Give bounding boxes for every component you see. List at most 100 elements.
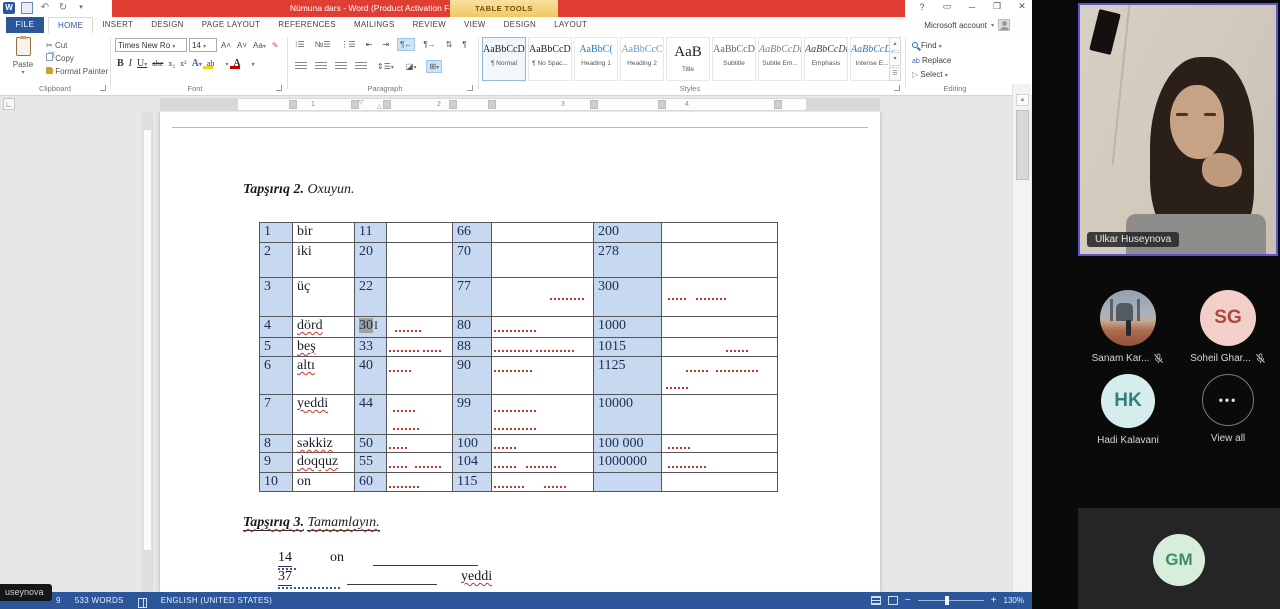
table-cell[interactable]: 1000: [594, 317, 662, 338]
highlight-color-button[interactable]: ab▾: [207, 59, 229, 68]
table-cell[interactable]: [387, 317, 453, 338]
styles-scroll[interactable]: ▴ ▾ ☰: [889, 37, 901, 81]
blank-line-2[interactable]: [347, 569, 437, 585]
table-cell[interactable]: [662, 453, 778, 473]
scroll-up-icon[interactable]: ▲: [1016, 94, 1029, 106]
participant-video-tile[interactable]: Ulkar Huseynova: [1078, 3, 1278, 256]
change-case-button[interactable]: Aa▾: [251, 40, 268, 51]
help-button[interactable]: ?: [915, 2, 929, 12]
copy-button[interactable]: Copy: [46, 52, 108, 65]
table-cell[interactable]: 5: [260, 338, 293, 357]
table-cell[interactable]: [492, 453, 594, 473]
style-heading-2[interactable]: AaBbCcCHeading 2: [620, 37, 664, 81]
numbering-button[interactable]: №☰: [313, 39, 333, 50]
table-cell[interactable]: 70: [453, 243, 492, 278]
language-indicator[interactable]: ENGLISH (UNITED STATES): [161, 596, 273, 605]
font-family-combobox[interactable]: Times New Ro ▾: [115, 38, 187, 52]
horizontal-ruler[interactable]: 1 2 3 4 ▽ △: [160, 98, 880, 111]
align-center-button[interactable]: [315, 62, 327, 71]
zoom-level[interactable]: 130%: [1004, 596, 1024, 605]
close-button[interactable]: ✕: [1015, 1, 1029, 12]
table-cell[interactable]: 100: [453, 435, 492, 453]
view-all-button[interactable]: ••• View all: [1178, 374, 1278, 446]
table-cell[interactable]: [387, 453, 453, 473]
table-cell[interactable]: [492, 435, 594, 453]
table-cell[interactable]: [662, 435, 778, 453]
qat-customize-icon[interactable]: ▾: [75, 2, 87, 14]
table-cell[interactable]: [387, 338, 453, 357]
table-cell[interactable]: 8: [260, 435, 293, 453]
fill-number-1[interactable]: 14: [278, 550, 292, 567]
replace-button[interactable]: ab Replace: [912, 54, 951, 68]
font-dialog-launcher[interactable]: [276, 85, 282, 91]
grow-font-button[interactable]: A˄: [219, 40, 233, 51]
page-indicator[interactable]: 9: [56, 596, 61, 605]
table-cell[interactable]: dörd: [293, 317, 355, 338]
table-cell[interactable]: 2: [260, 243, 293, 278]
table-cell[interactable]: 22: [355, 278, 387, 317]
vertical-scrollbar[interactable]: ▲: [1012, 84, 1031, 592]
tab-design[interactable]: DESIGN: [142, 17, 192, 33]
tab-file[interactable]: FILE: [6, 17, 44, 33]
clear-formatting-button[interactable]: ✎: [270, 40, 281, 51]
print-layout-view-icon[interactable]: [871, 596, 881, 605]
subscript-button[interactable]: x₂: [168, 59, 175, 68]
table-cell[interactable]: [387, 357, 453, 395]
tab-home[interactable]: HOME: [48, 17, 93, 33]
style-emphasis[interactable]: AaBbCcDiEmphasis: [804, 37, 848, 81]
cut-button[interactable]: ✂ Cut: [46, 39, 108, 52]
align-left-button[interactable]: [295, 62, 307, 71]
table-cell[interactable]: [387, 395, 453, 435]
style-subtle-em-[interactable]: AaBbCcDiSubtle Em...: [758, 37, 802, 81]
table-cell[interactable]: [662, 357, 778, 395]
table-cell[interactable]: iki: [293, 243, 355, 278]
format-painter-button[interactable]: Format Painter: [46, 65, 108, 78]
table-cell[interactable]: bir: [293, 223, 355, 243]
web-layout-view-icon[interactable]: [888, 596, 898, 605]
style-intense-e-[interactable]: AaBbCcDiIntense E...: [850, 37, 894, 81]
zoom-slider-thumb[interactable]: [945, 596, 949, 605]
table-cell[interactable]: [492, 473, 594, 492]
table-cell[interactable]: 1000000: [594, 453, 662, 473]
bold-button[interactable]: B: [117, 58, 124, 69]
style--no-spac-[interactable]: AaBbCcDc¶ No Spac...: [528, 37, 572, 81]
table-cell[interactable]: 6: [260, 357, 293, 395]
table-cell[interactable]: 9: [260, 453, 293, 473]
redo-icon[interactable]: ↻: [57, 2, 69, 14]
table-cell[interactable]: 55: [355, 453, 387, 473]
table-cell[interactable]: 88: [453, 338, 492, 357]
table-cell[interactable]: 4: [260, 317, 293, 338]
table-cell[interactable]: [662, 395, 778, 435]
table-cell[interactable]: 77: [453, 278, 492, 317]
ribbon-options-button[interactable]: ▭: [940, 1, 954, 12]
participant-tile[interactable]: HK Hadi Kalavani: [1078, 374, 1178, 446]
style-title[interactable]: AaBTitle: [666, 37, 710, 81]
table-cell[interactable]: [387, 223, 453, 243]
table-cell[interactable]: [492, 278, 594, 317]
strikethrough-button[interactable]: abc: [152, 59, 163, 68]
restore-button[interactable]: ❐: [990, 1, 1004, 12]
paste-button[interactable]: Paste ▾: [8, 37, 38, 85]
increase-indent-button[interactable]: ⇥: [380, 39, 391, 50]
table-cell[interactable]: 30I: [355, 317, 387, 338]
table-cell[interactable]: üç: [293, 278, 355, 317]
text-direction-rtl-button[interactable]: ¶→: [421, 39, 437, 50]
line-spacing-button[interactable]: ⇕☰▾: [375, 61, 396, 72]
table-cell[interactable]: [492, 243, 594, 278]
tab-layout[interactable]: LAYOUT: [545, 17, 596, 33]
align-right-button[interactable]: [335, 62, 347, 71]
table-cell[interactable]: səkkiz: [293, 435, 355, 453]
table-cell[interactable]: 99: [453, 395, 492, 435]
find-button[interactable]: Find ▾: [912, 39, 951, 54]
tab-review[interactable]: REVIEW: [404, 17, 455, 33]
table-cell[interactable]: 1015: [594, 338, 662, 357]
table-cell[interactable]: altı: [293, 357, 355, 395]
font-color-button[interactable]: A▾: [233, 58, 254, 69]
participant-tile-gm[interactable]: GM: [1078, 508, 1280, 609]
tab-page-layout[interactable]: PAGE LAYOUT: [193, 17, 270, 33]
tab-insert[interactable]: INSERT: [93, 17, 142, 33]
table-cell[interactable]: 104: [453, 453, 492, 473]
table-cell[interactable]: 200: [594, 223, 662, 243]
table-cell[interactable]: 44: [355, 395, 387, 435]
table-cell[interactable]: beş: [293, 338, 355, 357]
